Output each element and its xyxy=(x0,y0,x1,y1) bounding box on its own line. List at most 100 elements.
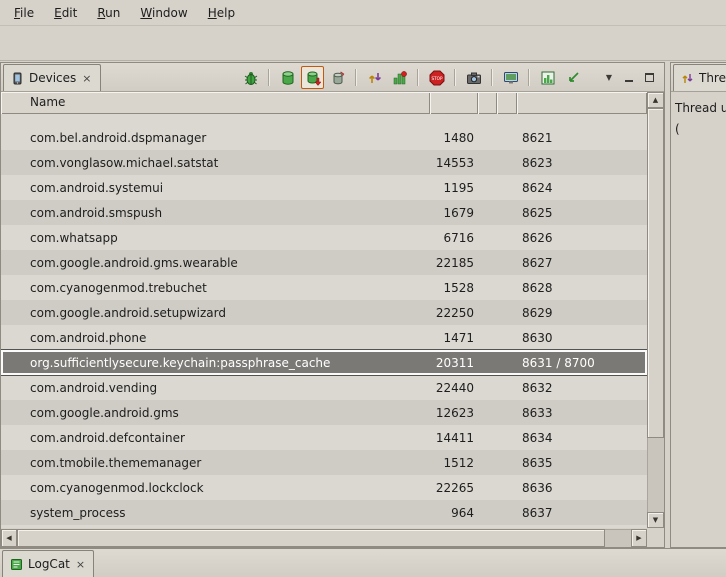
menu-help[interactable]: Help xyxy=(198,2,245,24)
process-port: 8621 xyxy=(517,131,647,145)
process-name: org.sufficientlysecure.keychain:passphra… xyxy=(1,356,430,370)
tab-devices-close-icon[interactable]: × xyxy=(81,72,92,85)
horizontal-scrollbar[interactable]: ◀ ▶ xyxy=(1,529,647,547)
threads-panel: Threads Thread up ( xyxy=(670,62,726,548)
process-name: com.google.android.setupwizard xyxy=(1,306,430,320)
bug-icon xyxy=(243,70,259,86)
process-name: com.bel.android.dspmanager xyxy=(1,131,430,145)
process-pid: 1195 xyxy=(430,181,478,195)
scroll-right-icon[interactable]: ▶ xyxy=(631,529,647,547)
menu-file[interactable]: File xyxy=(4,2,44,24)
process-row[interactable]: com.android.smspush16798625 xyxy=(1,200,647,225)
process-name: com.android.defcontainer xyxy=(1,431,430,445)
process-pid: 22265 xyxy=(430,481,478,495)
process-row[interactable]: com.bel.android.dspmanager14808621 xyxy=(1,125,647,150)
scroll-down-icon[interactable]: ▼ xyxy=(647,512,664,528)
chart-columns-icon xyxy=(540,70,556,86)
process-row[interactable]: com.google.android.gms.wearable221858627 xyxy=(1,250,647,275)
view-menu-chevron-icon[interactable]: ▼ xyxy=(600,69,618,87)
screen-capture-icon[interactable] xyxy=(462,66,485,89)
process-row[interactable]: com.cyanogenmod.trebuchet15288628 xyxy=(1,275,647,300)
toolbar-separator xyxy=(491,69,493,86)
screen-record-icon[interactable] xyxy=(499,66,522,89)
process-port: 8633 xyxy=(517,406,647,420)
toolbar-separator xyxy=(454,69,456,86)
process-row[interactable]: com.android.systemui1195 8624 xyxy=(1,175,647,200)
column-header-name[interactable]: Name xyxy=(1,92,430,114)
process-row[interactable]: com.vonglasow.michael.satstat145538623 xyxy=(1,150,647,175)
scroll-left-icon[interactable]: ◀ xyxy=(1,529,17,547)
menu-run[interactable]: Run xyxy=(87,2,130,24)
column-header-pid[interactable] xyxy=(430,92,478,114)
process-name: com.android.systemui xyxy=(1,181,430,195)
main-toolbar-strip xyxy=(0,26,726,61)
svg-text:STOP: STOP xyxy=(431,76,443,81)
vertical-scrollbar-thumb[interactable] xyxy=(647,108,664,438)
horizontal-scrollbar-thumb[interactable] xyxy=(17,529,605,547)
process-pid: 964 xyxy=(430,506,478,520)
maximize-icon[interactable] xyxy=(640,69,658,87)
column-header-4[interactable] xyxy=(497,92,517,114)
process-row-selected[interactable]: org.sufficientlysecure.keychain:passphra… xyxy=(1,350,647,375)
process-row[interactable]: system_process964 8637 xyxy=(1,500,647,525)
process-name: com.whatsapp xyxy=(1,231,430,245)
diagonal-arrow-icon xyxy=(565,70,581,86)
process-name: com.cyanogenmod.trebuchet xyxy=(1,281,430,295)
monitor-icon xyxy=(503,70,519,86)
process-port: 8636 xyxy=(517,481,647,495)
main-area: Devices × xyxy=(0,62,726,548)
process-name: com.tmobile.thememanager xyxy=(1,456,430,470)
debug-process-icon[interactable] xyxy=(239,66,262,89)
toolbar-separator xyxy=(528,69,530,86)
process-port: 8624 xyxy=(517,181,647,195)
process-row[interactable]: com.android.defcontainer144118634 xyxy=(1,425,647,450)
tab-logcat[interactable]: LogCat × xyxy=(2,550,94,577)
process-row[interactable]: com.tmobile.thememanager15128635 xyxy=(1,450,647,475)
process-name: com.android.smspush xyxy=(1,206,430,220)
process-pid: 6716 xyxy=(430,231,478,245)
tab-threads[interactable]: Threads xyxy=(673,64,726,91)
process-row[interactable]: com.google.android.setupwizard222508629 xyxy=(1,300,647,325)
dump-hprof-icon[interactable] xyxy=(301,66,324,89)
process-pid: 22440 xyxy=(430,381,478,395)
process-pid: 14553 xyxy=(430,156,478,170)
process-table-body: com.bel.android.dspmanager14808621com.vo… xyxy=(1,114,647,528)
process-row[interactable]: com.android.phone14718630 xyxy=(1,325,647,350)
start-method-profiling-icon[interactable] xyxy=(388,66,411,89)
process-port: 8632 xyxy=(517,381,647,395)
process-name: com.android.phone xyxy=(1,331,430,345)
process-name: system_process xyxy=(1,506,430,520)
stop-process-icon[interactable]: STOP xyxy=(425,66,448,89)
update-threads-icon[interactable] xyxy=(363,66,386,89)
minimize-icon[interactable] xyxy=(620,69,638,87)
devices-panel-header: Devices × xyxy=(1,63,664,92)
process-row[interactable]: com.android.vending224408632 xyxy=(1,375,647,400)
diagonal-arrow-trace-icon[interactable] xyxy=(561,66,584,89)
tab-devices[interactable]: Devices × xyxy=(3,64,101,91)
column-header-port[interactable] xyxy=(517,92,647,114)
tab-logcat-close-icon[interactable]: × xyxy=(75,558,86,571)
columns-chart-icon[interactable] xyxy=(536,66,559,89)
toolbar-separator xyxy=(355,69,357,86)
process-port: 8634 xyxy=(517,431,647,445)
tab-devices-label: Devices xyxy=(29,71,76,85)
vertical-scrollbar[interactable]: ▲ ▼ xyxy=(647,92,664,528)
scroll-up-icon[interactable]: ▲ xyxy=(647,92,664,108)
cause-gc-icon[interactable] xyxy=(326,66,349,89)
logcat-icon xyxy=(10,558,23,571)
process-row[interactable]: com.google.android.gms126238633 xyxy=(1,400,647,425)
process-row[interactable]: com.cyanogenmod.lockclock222658636 xyxy=(1,475,647,500)
menu-window[interactable]: Window xyxy=(130,2,197,24)
menu-edit[interactable]: Edit xyxy=(44,2,87,24)
update-heap-icon[interactable] xyxy=(276,66,299,89)
process-row[interactable]: com.whatsapp67168626 xyxy=(1,225,647,250)
process-port: 8625 xyxy=(517,206,647,220)
process-pid: 22250 xyxy=(430,306,478,320)
device-icon xyxy=(11,72,24,85)
column-header-3[interactable] xyxy=(478,92,497,114)
process-port: 8637 xyxy=(517,506,647,520)
menubar: File Edit Run Window Help xyxy=(0,0,726,26)
devices-toolbar: STOP xyxy=(239,66,658,89)
process-port: 8630 xyxy=(517,331,647,345)
row-spacer xyxy=(1,114,647,125)
